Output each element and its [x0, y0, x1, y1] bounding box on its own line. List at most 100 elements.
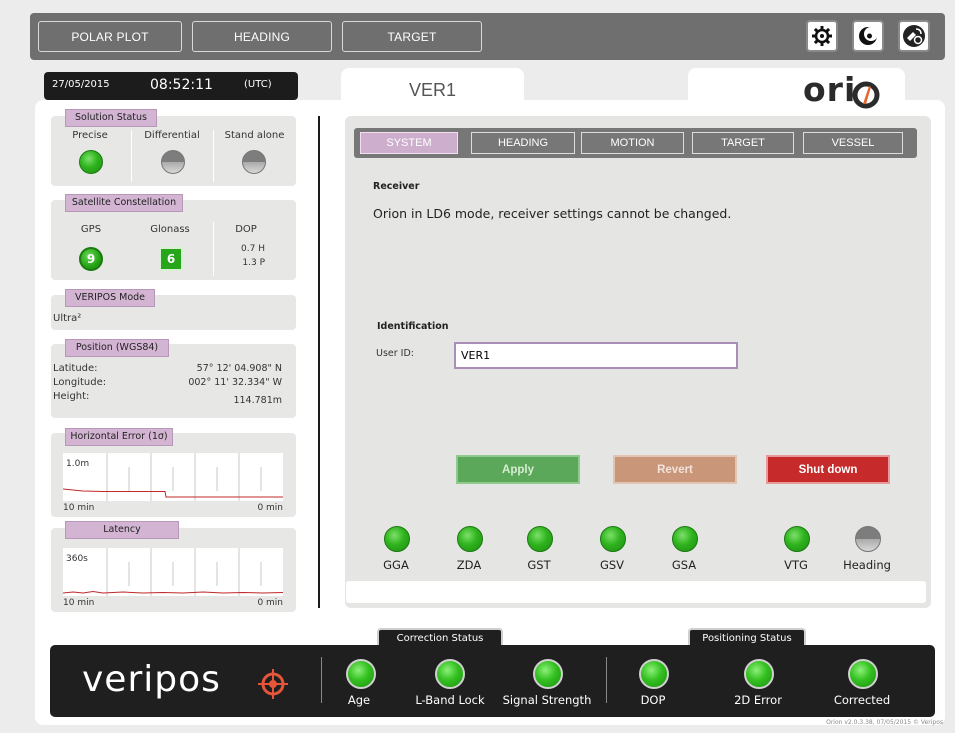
latitude-label: Latitude: — [53, 363, 98, 374]
user-id-label: User ID: — [376, 348, 414, 359]
glonass-count: 6 — [159, 247, 183, 271]
zda-indicator — [457, 526, 483, 552]
settings-tab-strip: SYSTEM HEADING MOTION TARGET VESSEL — [354, 128, 917, 158]
latency-scale: 360s — [66, 554, 88, 564]
status-message-bar — [346, 581, 926, 603]
antenna-icon — [903, 25, 925, 47]
l-band-lock-indicator — [435, 659, 465, 689]
latency-panel: Latency 360s 10 min 0 min — [51, 521, 296, 612]
settings-button[interactable] — [806, 20, 838, 52]
time-text: 08:52:11 — [150, 77, 213, 93]
height-label: Height: — [53, 391, 90, 402]
revert-button[interactable]: Revert — [613, 455, 737, 484]
signal-strength-indicator — [533, 659, 563, 689]
tab-ver1-label: VER1 — [409, 80, 457, 100]
2d-error-label: 2D Error — [734, 693, 782, 707]
veripos-crosshair-icon — [258, 669, 288, 699]
divider — [213, 222, 214, 276]
horizontal-error-chart — [63, 453, 283, 501]
heading-button[interactable]: HEADING — [192, 21, 332, 52]
correction-status-tab: Correction Status — [377, 628, 503, 646]
gst-label: GST — [527, 558, 551, 572]
horizontal-error-title: Horizontal Error (1σ) — [65, 428, 173, 446]
corrected-label: Corrected — [833, 693, 891, 707]
longitude-value: 002° 11' 32.334" W — [188, 377, 282, 388]
tab-vessel[interactable]: VESSEL — [803, 132, 903, 154]
gga-label: GGA — [383, 558, 409, 572]
signal-strength-label: Signal Strength — [502, 693, 592, 707]
column-divider — [318, 116, 320, 608]
differential-indicator — [161, 150, 185, 174]
receiver-message: Orion in LD6 mode, receiver settings can… — [373, 206, 732, 221]
gps-count: 9 — [79, 247, 103, 271]
veripos-mode-title: VERIPOS Mode — [65, 289, 155, 307]
gsv-label: GSV — [599, 558, 625, 572]
status-bar: veripos Age L-Band Lock Signal Strength … — [50, 645, 935, 717]
polar-plot-button[interactable]: POLAR PLOT — [38, 21, 182, 52]
tab-target[interactable]: TARGET — [692, 132, 794, 154]
latency-right: 0 min — [257, 598, 283, 608]
timezone-text: (UTC) — [244, 79, 272, 90]
heading-label: Heading — [843, 558, 891, 572]
tab-system[interactable]: SYSTEM — [360, 132, 458, 154]
latency-left: 10 min — [63, 598, 95, 608]
gear-icon — [812, 26, 832, 46]
satellite-constellation-panel: Satellite Constellation GPS Glonass DOP … — [51, 194, 296, 280]
vtg-label: VTG — [784, 558, 808, 572]
gsv-indicator — [600, 526, 626, 552]
veripos-mode-value: Ultra² — [53, 313, 82, 324]
latency-title: Latency — [65, 521, 179, 539]
satellite-constellation-title: Satellite Constellation — [65, 194, 183, 212]
horizontal-error-panel: Horizontal Error (1σ) 1.0m 10 min 0 min — [51, 428, 296, 517]
2d-error-indicator — [744, 659, 774, 689]
night-mode-button[interactable] — [852, 20, 884, 52]
antenna-button[interactable] — [898, 20, 930, 52]
solution-status-panel: Solution Status Precise Differential Sta… — [51, 109, 296, 186]
zda-label: ZDA — [456, 558, 482, 572]
tab-heading[interactable]: HEADING — [471, 132, 575, 154]
version-text: Orion v2.0.3.38, 07/05/2015 © Veripos — [826, 719, 943, 726]
tab-orion: orin — [688, 68, 905, 148]
target-button[interactable]: TARGET — [342, 21, 482, 52]
gps-label: GPS — [80, 224, 102, 235]
heading-indicator — [855, 526, 881, 552]
differential-label: Differential — [144, 130, 200, 141]
age-label: Age — [347, 693, 371, 707]
tab-motion[interactable]: MOTION — [581, 132, 684, 154]
veripos-mode-panel: VERIPOS Mode Ultra² — [51, 289, 296, 330]
gsa-indicator — [672, 526, 698, 552]
horizontal-error-scale: 1.0m — [66, 459, 90, 469]
dop-label: DOP — [235, 224, 257, 235]
shut-down-button[interactable]: Shut down — [766, 455, 890, 484]
latency-chart — [63, 548, 283, 596]
divider — [213, 130, 214, 182]
apply-button[interactable]: Apply — [456, 455, 580, 484]
position-panel: Position (WGS84) Latitude: 57° 12' 04.90… — [51, 339, 296, 418]
orion-logo-o-icon — [852, 81, 880, 109]
position-title: Position (WGS84) — [65, 339, 169, 357]
horizontal-error-left: 10 min — [63, 503, 95, 513]
precise-label: Precise — [72, 130, 108, 141]
dop-p: 1.3 P — [242, 258, 265, 268]
glonass-label: Glonass — [150, 224, 190, 235]
positioning-status-tab: Positioning Status — [688, 628, 806, 646]
gst-indicator — [527, 526, 553, 552]
latitude-value: 57° 12' 04.908" N — [196, 363, 282, 374]
gsa-label: GSA — [671, 558, 697, 572]
precise-indicator — [79, 150, 103, 174]
tab-ver1[interactable]: VER1 — [341, 68, 524, 108]
dop-status-indicator — [639, 659, 669, 689]
stand-alone-label: Stand alone — [224, 130, 285, 141]
clock-display: 27/05/2015 08:52:11 (UTC) — [44, 72, 298, 100]
veripos-logo: veripos — [82, 659, 221, 700]
divider — [131, 130, 132, 182]
top-nav-bar: POLAR PLOT HEADING TARGET — [30, 13, 945, 60]
corrected-indicator — [848, 659, 878, 689]
l-band-lock-label: L-Band Lock — [415, 693, 485, 707]
height-value: 114.781m — [233, 395, 282, 406]
user-id-input[interactable] — [454, 342, 738, 369]
gga-indicator — [384, 526, 410, 552]
solution-status-title: Solution Status — [65, 109, 157, 127]
identification-heading: Identification — [377, 321, 449, 332]
night-mode-icon — [859, 27, 878, 45]
